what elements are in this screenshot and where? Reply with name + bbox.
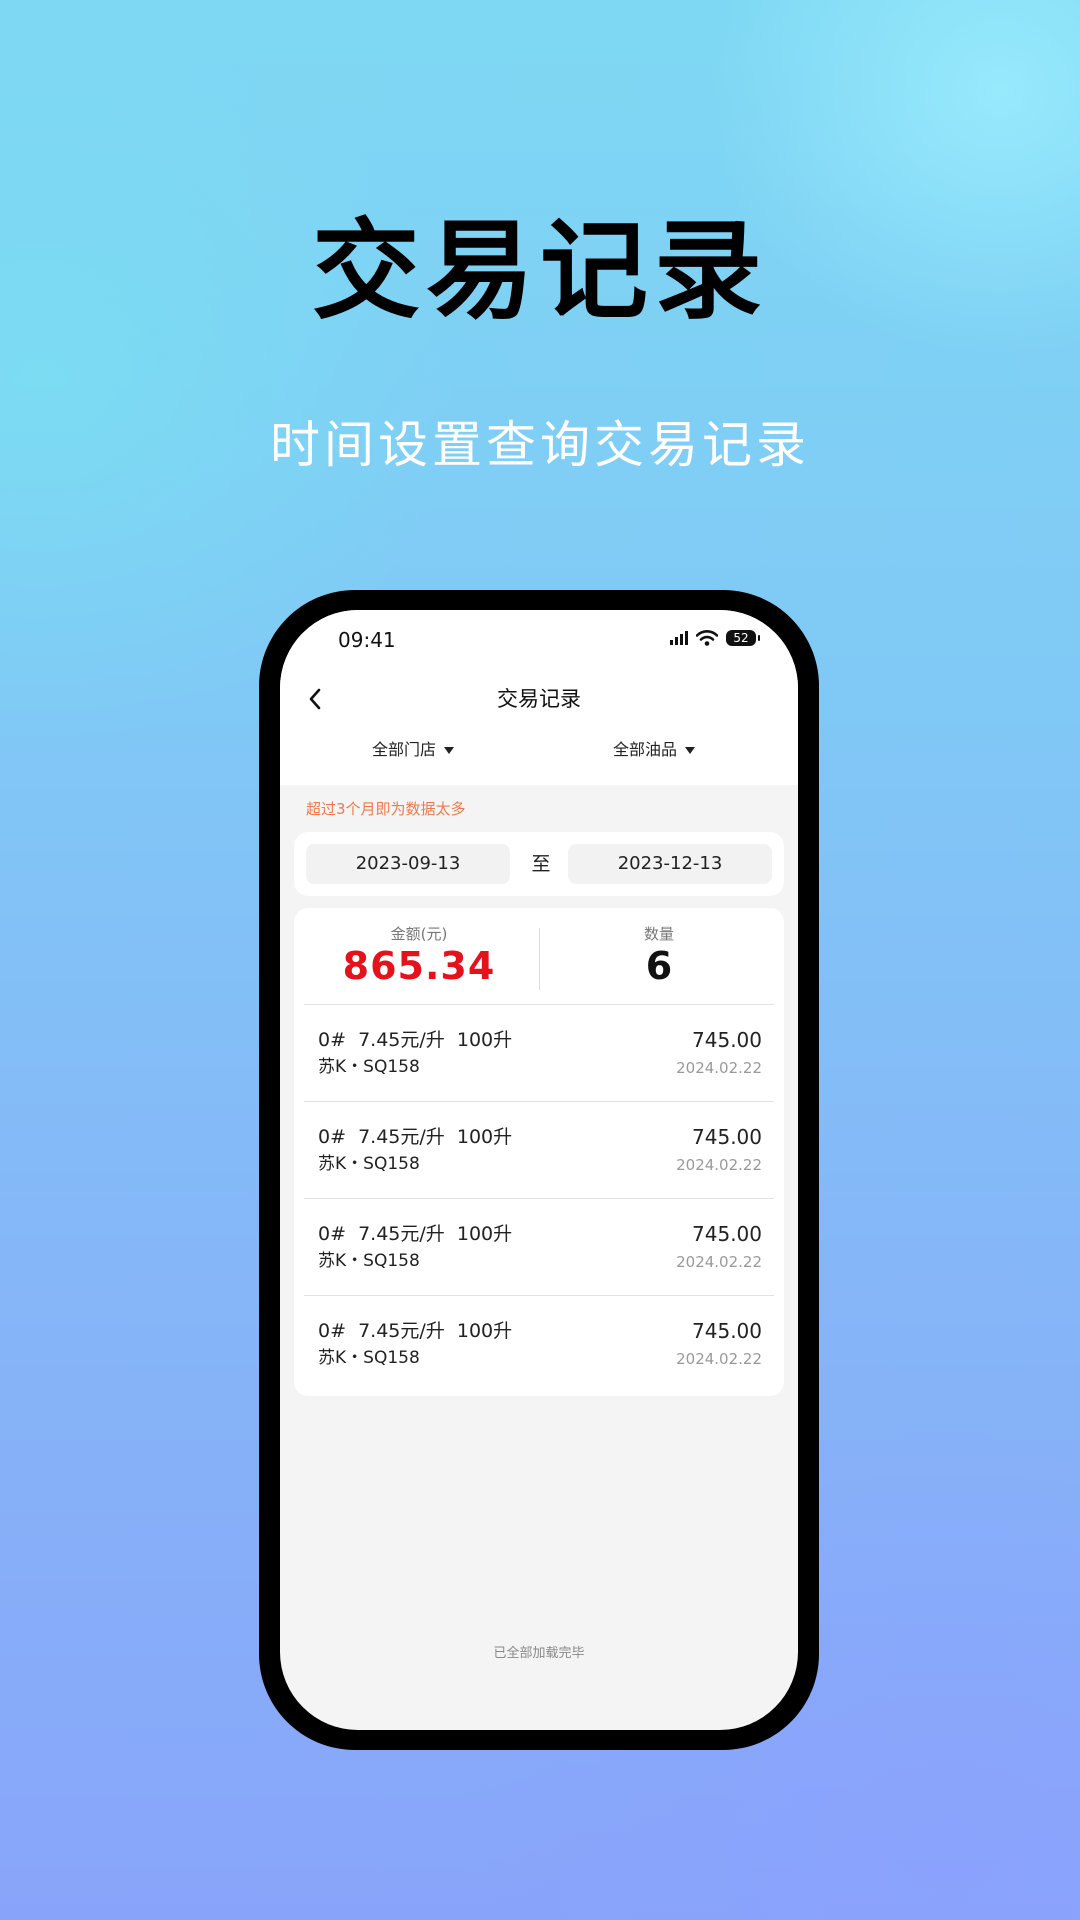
caret-down-icon bbox=[685, 746, 696, 754]
promo-subheadline: 时间设置查询交易记录 bbox=[270, 416, 810, 474]
status-icons: 52 bbox=[670, 630, 760, 646]
transaction-date: 2024.02.22 bbox=[676, 1350, 762, 1368]
transaction-row[interactable]: 0# 7.45元/升 100升 苏K・SQ158 745.00 2024.02.… bbox=[294, 1199, 784, 1295]
status-time: 09:41 bbox=[338, 628, 396, 652]
load-complete-text: 已全部加载完毕 bbox=[493, 1646, 585, 1661]
transaction-description: 0# 7.45元/升 100升 bbox=[318, 1223, 513, 1245]
product-filter-dropdown[interactable]: 全部油品 bbox=[613, 740, 696, 760]
transaction-amount: 745.00 bbox=[692, 1028, 762, 1052]
transaction-description: 0# 7.45元/升 100升 bbox=[318, 1029, 513, 1051]
signal-icon bbox=[670, 631, 688, 645]
count-summary: 数量 6 bbox=[539, 924, 779, 988]
transaction-plate: 苏K・SQ158 bbox=[318, 1057, 420, 1077]
transaction-amount: 745.00 bbox=[692, 1319, 762, 1343]
transaction-row[interactable]: 0# 7.45元/升 100升 苏K・SQ158 745.00 2024.02.… bbox=[294, 1005, 784, 1101]
transaction-plate: 苏K・SQ158 bbox=[318, 1251, 420, 1271]
product-filter-label: 全部油品 bbox=[613, 740, 678, 759]
phone-frame: 09:41 52 交易记录 全部门店 全部油品 超过3个月即为数据太多 2023… bbox=[259, 590, 819, 1750]
transaction-description: 0# 7.45元/升 100升 bbox=[318, 1126, 513, 1148]
transaction-date: 2024.02.22 bbox=[676, 1059, 762, 1077]
wifi-icon bbox=[696, 630, 718, 646]
count-value: 6 bbox=[645, 944, 673, 988]
transaction-plate: 苏K・SQ158 bbox=[318, 1348, 420, 1368]
caret-down-icon bbox=[444, 746, 455, 754]
amount-value: 865.34 bbox=[342, 944, 496, 988]
transaction-description: 0# 7.45元/升 100升 bbox=[318, 1320, 513, 1342]
transaction-date: 2024.02.22 bbox=[676, 1253, 762, 1271]
date-range-card: 2023-09-13 至 2023-12-13 bbox=[294, 832, 784, 896]
amount-label: 金额(元) bbox=[390, 925, 448, 943]
transaction-card: 金额(元) 865.34 数量 6 0# 7.45元/升 100升 苏K・SQ1… bbox=[294, 908, 784, 1396]
transaction-amount: 745.00 bbox=[692, 1125, 762, 1149]
range-notice: 超过3个月即为数据太多 bbox=[306, 800, 466, 818]
start-date-field[interactable]: 2023-09-13 bbox=[306, 844, 510, 884]
end-date-field[interactable]: 2023-12-13 bbox=[568, 844, 772, 884]
count-label: 数量 bbox=[643, 925, 674, 943]
transaction-plate: 苏K・SQ158 bbox=[318, 1154, 420, 1174]
app-header: 09:41 52 交易记录 全部门店 全部油品 bbox=[280, 610, 798, 785]
battery-icon: 52 bbox=[726, 630, 760, 646]
date-separator: 至 bbox=[531, 853, 551, 875]
amount-summary: 金额(元) 865.34 bbox=[299, 924, 539, 988]
store-filter-dropdown[interactable]: 全部门店 bbox=[372, 740, 455, 760]
transaction-amount: 745.00 bbox=[692, 1222, 762, 1246]
transaction-row[interactable]: 0# 7.45元/升 100升 苏K・SQ158 745.00 2024.02.… bbox=[294, 1296, 784, 1392]
store-filter-label: 全部门店 bbox=[372, 740, 437, 759]
transaction-row[interactable]: 0# 7.45元/升 100升 苏K・SQ158 745.00 2024.02.… bbox=[294, 1102, 784, 1198]
transaction-date: 2024.02.22 bbox=[676, 1156, 762, 1174]
app-screen: 09:41 52 交易记录 全部门店 全部油品 超过3个月即为数据太多 2023… bbox=[280, 610, 798, 1730]
promo-headline: 交易记录 bbox=[311, 209, 768, 334]
page-title: 交易记录 bbox=[497, 687, 581, 711]
